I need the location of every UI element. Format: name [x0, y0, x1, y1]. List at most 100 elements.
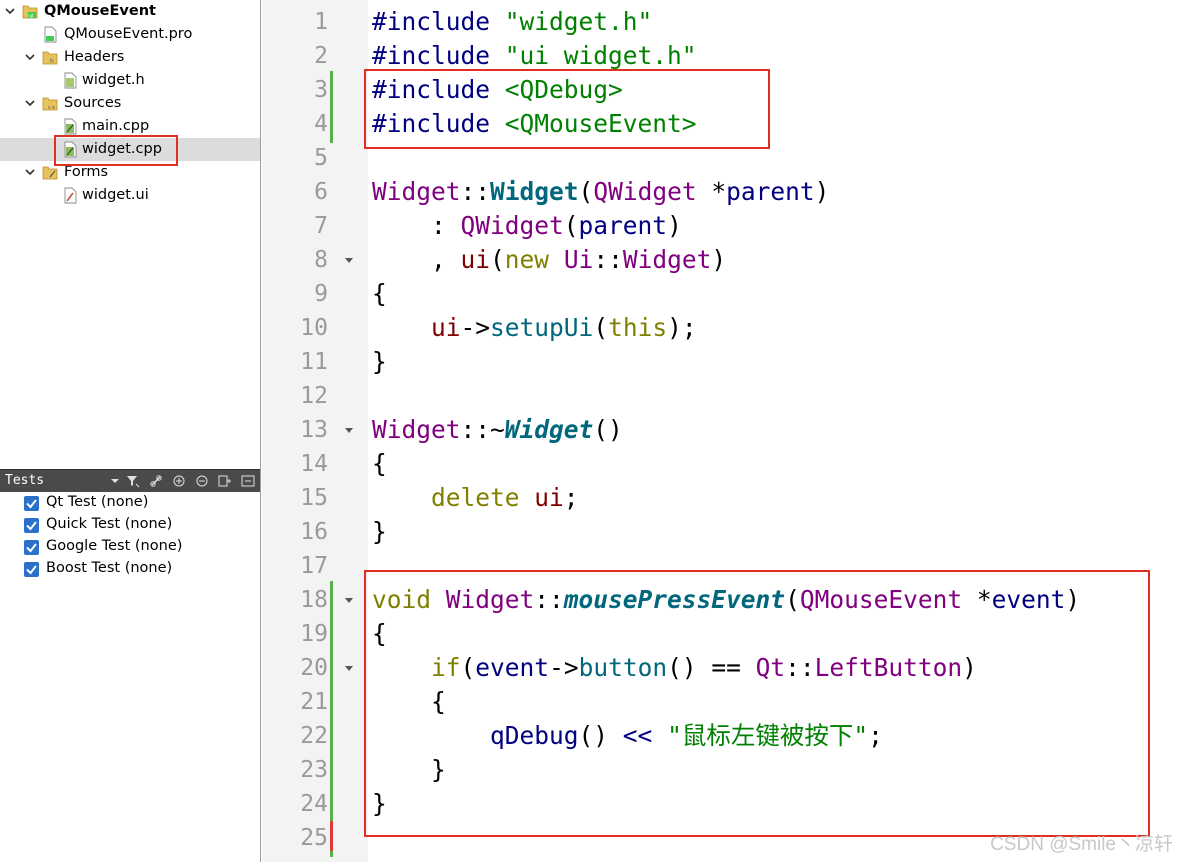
tree-item-widget-h[interactable]: widget.h [0, 69, 260, 92]
line-number: 6 [314, 179, 328, 205]
code-line[interactable]: , ui(new Ui::Widget) [372, 243, 726, 277]
code-token: ( [578, 177, 594, 206]
dropdown-arrow-icon[interactable] [108, 474, 122, 488]
form-file-label: widget.ui [82, 187, 149, 203]
code-token: -> [460, 313, 491, 342]
tests-list: Qt Test (none) Quick Test (none) Google … [0, 492, 260, 862]
line-number: 16 [300, 519, 328, 545]
checkbox-checked-icon[interactable] [24, 496, 39, 511]
chevron-down-icon[interactable] [4, 5, 16, 17]
fold-marker-icon[interactable] [343, 254, 355, 266]
checkbox-checked-icon[interactable] [24, 562, 39, 577]
line-number-gutter: 1 2 3 4 5 6 7 8 9 10 11 12 13 14 15 16 17 18 19 20 21 22 23 24 2… [262, 0, 368, 862]
code-line[interactable]: { [372, 277, 387, 311]
code-token: parent [578, 211, 668, 240]
line-number: 11 [300, 349, 328, 375]
line-number: 9 [314, 281, 328, 307]
code-token: setupUi [490, 313, 594, 342]
code-line[interactable]: ui->setupUi(this); [372, 311, 697, 345]
link-icon[interactable] [149, 474, 163, 488]
change-bar [330, 581, 333, 857]
test-item[interactable]: Quick Test (none) [0, 515, 260, 537]
code-token: Widget [622, 245, 712, 274]
tree-item-sources[interactable]: c+ Sources [0, 92, 260, 115]
svg-text:h: h [50, 58, 54, 65]
code-token: Widget [372, 177, 461, 206]
code-token: () [593, 415, 623, 444]
fold-marker-icon[interactable] [343, 424, 355, 436]
pro-file-label: QMouseEvent.pro [64, 26, 193, 42]
code-token: } [372, 347, 387, 376]
collapse-icon[interactable] [195, 474, 209, 488]
line-number: 20 [300, 655, 328, 681]
code-line[interactable]: Widget::Widget(QWidget *parent) [372, 175, 829, 209]
header-file-icon [64, 72, 77, 89]
code-line[interactable]: : QWidget(parent) [372, 209, 682, 243]
code-line[interactable]: #include "widget.h" [372, 5, 652, 39]
test-item[interactable]: Boost Test (none) [0, 559, 260, 581]
svg-text:qt: qt [29, 13, 34, 19]
test-item-label: Boost Test (none) [46, 560, 173, 576]
code-line[interactable]: { [372, 447, 387, 481]
code-token: #include [372, 41, 505, 70]
code-token: this [608, 313, 668, 342]
code-token: ui [534, 483, 564, 512]
checkbox-checked-icon[interactable] [24, 540, 39, 555]
line-number: 19 [300, 621, 328, 647]
checkbox-checked-icon[interactable] [24, 518, 39, 533]
code-line[interactable]: } [372, 515, 387, 549]
code-token: ( [593, 313, 609, 342]
expand-icon[interactable] [172, 474, 186, 488]
code-line[interactable]: delete ui; [372, 481, 579, 515]
change-bar-removed [330, 821, 333, 851]
test-item[interactable]: Google Test (none) [0, 537, 260, 559]
ui-file-icon [64, 187, 77, 204]
line-number: 23 [300, 757, 328, 783]
tree-item-widget-ui[interactable]: widget.ui [0, 184, 260, 207]
fold-marker-icon[interactable] [343, 662, 355, 674]
tree-item-headers[interactable]: h Headers [0, 46, 260, 69]
chevron-down-icon[interactable] [24, 51, 36, 63]
test-item-label: Quick Test (none) [46, 516, 173, 532]
code-token: ; [563, 483, 579, 512]
tree-item-pro-file[interactable]: QMouseEvent.pro [0, 23, 260, 46]
svg-text:c+: c+ [48, 105, 56, 111]
test-item[interactable]: Qt Test (none) [0, 493, 260, 515]
line-number: 15 [300, 485, 328, 511]
line-number: 18 [300, 587, 328, 613]
line-number: 3 [314, 77, 328, 103]
line-number: 10 [300, 315, 328, 341]
watermark: CSDN @Smile丶凉轩 [990, 834, 1173, 855]
code-line[interactable]: Widget::~Widget() [372, 413, 623, 447]
filter-icon[interactable] [126, 474, 140, 488]
code-token: :: [593, 245, 623, 274]
chevron-down-icon[interactable] [24, 166, 36, 178]
line-number: 17 [300, 553, 328, 579]
code-token: ::~ [460, 415, 505, 444]
code-editor[interactable]: 1 2 3 4 5 6 7 8 9 10 11 12 13 14 15 16 17 18 19 20 21 22 23 24 2… [262, 0, 1179, 862]
code-line[interactable]: } [372, 345, 387, 379]
line-number: 12 [300, 383, 328, 409]
code-line[interactable]: #include "ui_widget.h" [372, 39, 697, 73]
sources-label: Sources [64, 95, 122, 111]
folder-icon: h [42, 51, 58, 65]
code-token: new [504, 245, 564, 274]
split-icon[interactable] [218, 474, 232, 488]
line-number: 21 [300, 689, 328, 715]
code-token: ui [431, 313, 461, 342]
code-token: Ui [563, 245, 594, 274]
close-panel-icon[interactable] [241, 474, 255, 488]
code-token: delete [431, 483, 535, 512]
code-token: parent [726, 177, 815, 206]
headers-label: Headers [64, 49, 125, 65]
fold-marker-icon[interactable] [343, 594, 355, 606]
code-token: Widget [504, 415, 594, 444]
chevron-down-icon[interactable] [24, 97, 36, 109]
header-file-label: widget.h [82, 72, 145, 88]
tree-item-project[interactable]: qt QMouseEvent [0, 0, 260, 23]
code-token: ) [711, 245, 727, 274]
code-token: { [372, 279, 387, 308]
annotation-box-widget-cpp [54, 135, 178, 166]
folder-icon: c+ [42, 97, 58, 111]
